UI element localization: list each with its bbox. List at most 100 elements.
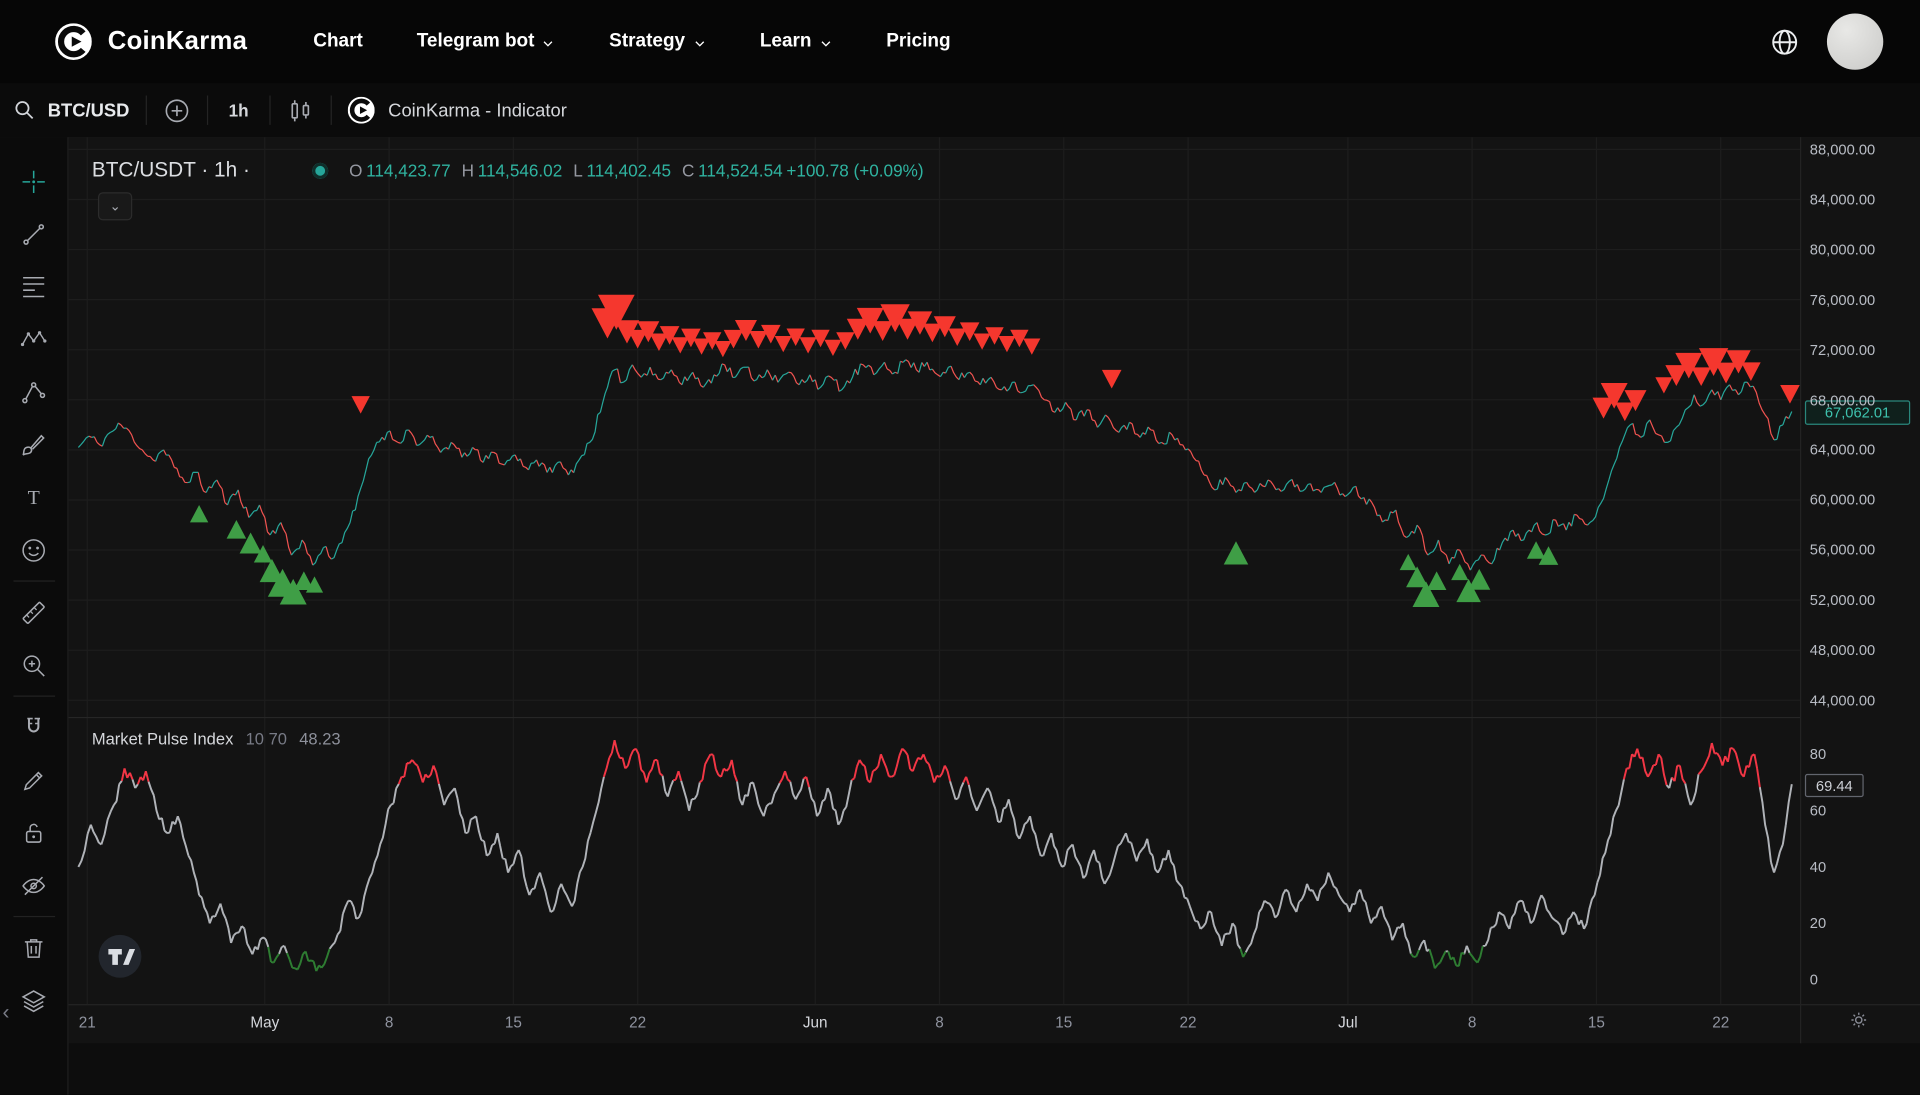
price-axis-label: 60,000.00 [1810, 491, 1875, 508]
buy-signal-triangle [227, 520, 247, 539]
sell-signal-triangle [714, 341, 731, 357]
close-value: 114,524.54 [698, 160, 783, 180]
emoji-tool[interactable] [15, 533, 52, 567]
mpi-value: 48.23 [299, 730, 340, 748]
language-globe-icon[interactable] [1769, 26, 1800, 57]
buy-signal-triangle [1427, 571, 1447, 590]
buy-signal-triangle [1400, 554, 1417, 570]
sell-signal-triangle [800, 337, 817, 353]
nav-item-telegram-bot[interactable]: Telegram bot [417, 31, 556, 53]
nav-item-label: Chart [313, 31, 363, 53]
brush-tool[interactable] [15, 427, 52, 461]
main-nav: Chart Telegram bot Strategy Learn Pricing [313, 31, 950, 53]
mpi-line-oversold [268, 946, 1482, 971]
object-tree-tool[interactable] [15, 983, 52, 1017]
chart-type-button[interactable] [287, 96, 315, 124]
xabcd-pattern-tool-icon [20, 325, 48, 353]
change-value: +100.78 (+0.09%) [786, 160, 923, 180]
magnet-tool[interactable] [15, 710, 52, 744]
time-axis-label: 8 [1468, 1014, 1477, 1031]
object-tree-tool-icon [20, 986, 48, 1014]
time-axis-label: 22 [1180, 1014, 1197, 1031]
chart-canvas[interactable] [69, 137, 1800, 1004]
price-pane-series [78, 360, 1791, 570]
edit-tool[interactable] [15, 763, 52, 797]
nav-item-label: Strategy [609, 31, 685, 53]
sell-signal-triangle [693, 338, 710, 354]
forecast-tool[interactable] [15, 375, 52, 409]
grid-lines [69, 137, 1800, 1004]
sell-signal-triangle [1023, 338, 1040, 354]
xabcd-pattern-tool[interactable] [15, 322, 52, 356]
mpi-params: 10 70 [246, 730, 287, 748]
hide-drawings-tool[interactable] [15, 868, 52, 902]
time-axis-label: 21 [79, 1014, 96, 1031]
lock-open-tool[interactable] [15, 816, 52, 850]
chevron-down-icon: ⌄ [109, 198, 120, 214]
price-axis-label: 72,000.00 [1810, 341, 1875, 358]
time-axis-label: 8 [385, 1014, 394, 1031]
sell-signal-triangle [1655, 377, 1672, 393]
sell-signal-triangle [872, 321, 893, 341]
toolbar-separator [331, 96, 332, 125]
price-axis-label: 76,000.00 [1810, 291, 1875, 308]
compare-add-button[interactable] [162, 96, 190, 124]
price-axis[interactable]: 67,062.01 69.44 88,000.0084,000.0080,000… [1800, 137, 1920, 1043]
symbol-search-button[interactable]: BTC/USD [12, 98, 129, 122]
sell-signal-triangle [1715, 363, 1737, 384]
mpi-name: Market Pulse Index [92, 730, 234, 748]
series-marker-dot[interactable] [312, 162, 328, 178]
sell-signal-triangle [351, 396, 369, 413]
crosshair-tool[interactable] [15, 164, 52, 198]
svg-text:T: T [28, 487, 40, 509]
nav-item-pricing[interactable]: Pricing [886, 31, 950, 53]
price-axis-label: 64,000.00 [1810, 441, 1875, 458]
search-icon [12, 98, 36, 122]
price-axis-label: 84,000.00 [1810, 191, 1875, 208]
text-tool-icon: T [20, 483, 48, 511]
brand[interactable]: CoinKarma [55, 23, 247, 60]
mpi-last-value-tag: 69.44 [1805, 774, 1864, 797]
zoom-in-tool[interactable] [15, 648, 52, 682]
symbol-toolbar: BTC/USD 1h [0, 83, 1920, 138]
indicator-source-button[interactable]: CoinKarma - Indicator [348, 97, 567, 124]
navbar-right [1769, 13, 1920, 69]
crosshair-tool-icon [20, 167, 48, 195]
hide-drawings-tool-icon [20, 871, 48, 899]
nav-item-learn[interactable]: Learn [760, 31, 833, 53]
interval-button[interactable]: 1h [224, 100, 254, 120]
coinkarma-mini-logo-icon [348, 97, 375, 124]
price-axis-label: 56,000.00 [1810, 541, 1875, 558]
brush-tool-icon [20, 430, 48, 458]
emoji-tool-icon [20, 536, 48, 564]
time-axis[interactable]: 21May81522Jun81522Jul81522 [69, 1004, 1920, 1044]
mpi-axis-label: 40 [1810, 858, 1826, 875]
time-axis-settings-button[interactable] [1848, 1009, 1870, 1037]
sell-signal-triangle [749, 331, 767, 348]
sell-signal-triangle [1691, 367, 1711, 386]
ohlc-values: O114,423.77 H114,546.02 L114,402.45 C114… [349, 160, 923, 180]
toolbar-divider [13, 916, 55, 917]
trend-line-tool[interactable] [15, 217, 52, 251]
gear-icon [1848, 1009, 1870, 1031]
remove-drawings-tool[interactable] [15, 931, 52, 965]
sell-signal-triangle [824, 340, 841, 356]
nav-item-chart[interactable]: Chart [313, 31, 363, 53]
time-axis-label: 22 [1712, 1014, 1729, 1031]
tradingview-logo[interactable] [97, 933, 144, 980]
forecast-tool-icon [20, 378, 48, 406]
nav-item-strategy[interactable]: Strategy [609, 31, 706, 53]
ruler-tool[interactable] [15, 595, 52, 629]
mpi-line-neutral [78, 774, 1791, 954]
user-avatar[interactable] [1827, 13, 1883, 69]
chart-legend: BTC/USDT · 1h · O114,423.77 H114,546.02 … [92, 158, 924, 182]
toolbar-separator [269, 96, 270, 125]
collapse-toolbar-chevron[interactable]: ‹ [2, 1002, 9, 1023]
price-axis-label: 52,000.00 [1810, 592, 1875, 609]
sell-signal-triangle [672, 337, 689, 353]
text-tool[interactable]: T [15, 480, 52, 514]
time-axis-label: 22 [629, 1014, 646, 1031]
fib-retracement-tool[interactable] [15, 269, 52, 303]
legend-dropdown-button[interactable]: ⌄ [98, 192, 132, 220]
trend-line-tool-icon [20, 220, 48, 248]
